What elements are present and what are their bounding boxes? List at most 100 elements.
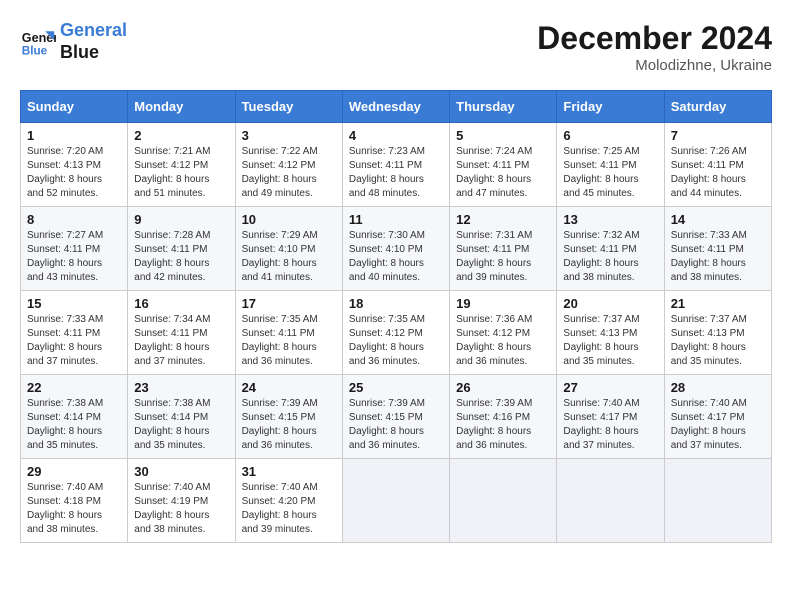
day-info: Sunrise: 7:21 AMSunset: 4:12 PMDaylight:… (134, 145, 228, 201)
logo-text-line1: General (60, 20, 127, 42)
day-cell: 22Sunrise: 7:38 AMSunset: 4:14 PMDayligh… (21, 375, 128, 459)
week-row-4: 22Sunrise: 7:38 AMSunset: 4:14 PMDayligh… (21, 375, 772, 459)
location: Molodizhne, Ukraine (537, 57, 772, 74)
day-info: Sunrise: 7:39 AMSunset: 4:15 PMDaylight:… (242, 397, 336, 453)
day-cell (557, 459, 664, 543)
day-number: 25 (349, 380, 443, 395)
day-cell: 25 Sunrise: 7:39 AMSunset: 4:15 PMDayligh… (342, 375, 449, 459)
day-number: 10 (242, 212, 336, 227)
day-number: 24 (242, 380, 336, 395)
day-number: 15 (27, 296, 121, 311)
day-number: 19 (456, 296, 550, 311)
logo-text-line2: Blue (60, 42, 127, 64)
day-number: 7 (671, 128, 765, 143)
day-number: 20 (563, 296, 657, 311)
month-title: December 2024 (537, 20, 772, 57)
day-number: 26 (456, 380, 550, 395)
day-cell: 23Sunrise: 7:38 AMSunset: 4:14 PMDayligh… (128, 375, 235, 459)
day-cell: 13 Sunrise: 7:32 AMSunset: 4:11 PMDayligh… (557, 207, 664, 291)
day-number: 14 (671, 212, 765, 227)
day-cell: 3 Sunrise: 7:22 AMSunset: 4:12 PMDaylight… (235, 123, 342, 207)
day-cell: 16Sunrise: 7:34 AMSunset: 4:11 PMDayligh… (128, 291, 235, 375)
day-info: Sunrise: 7:40 AMSunset: 4:19 PMDaylight:… (134, 481, 228, 537)
day-number: 5 (456, 128, 550, 143)
weekday-friday: Friday (557, 91, 664, 123)
day-info: Sunrise: 7:30 AMSunset: 4:10 PMDaylight:… (349, 229, 443, 285)
day-info: Sunrise: 7:38 AMSunset: 4:14 PMDaylight:… (27, 397, 121, 453)
week-row-3: 15 Sunrise: 7:33 AMSunset: 4:11 PMDayligh… (21, 291, 772, 375)
day-number: 8 (27, 212, 121, 227)
day-info: Sunrise: 7:27 AMSunset: 4:11 PMDaylight:… (27, 229, 121, 285)
day-info: Sunrise: 7:37 AMSunset: 4:13 PMDaylight:… (563, 313, 657, 369)
day-info: Sunrise: 7:25 AMSunset: 4:11 PMDaylight:… (563, 145, 657, 201)
day-cell: 14Sunrise: 7:33 AMSunset: 4:11 PMDayligh… (664, 207, 771, 291)
day-info: Sunrise: 7:38 AMSunset: 4:14 PMDaylight:… (134, 397, 228, 453)
title-block: December 2024 Molodizhne, Ukraine (537, 20, 772, 74)
day-number: 27 (563, 380, 657, 395)
weekday-tuesday: Tuesday (235, 91, 342, 123)
weekday-monday: Monday (128, 91, 235, 123)
weekday-saturday: Saturday (664, 91, 771, 123)
day-cell: 12Sunrise: 7:31 AMSunset: 4:11 PMDayligh… (450, 207, 557, 291)
day-cell (664, 459, 771, 543)
day-number: 4 (349, 128, 443, 143)
day-number: 13 (563, 212, 657, 227)
day-cell: 31 Sunrise: 7:40 AMSunset: 4:20 PMDayligh… (235, 459, 342, 543)
weekday-sunday: Sunday (21, 91, 128, 123)
day-number: 21 (671, 296, 765, 311)
day-cell: 30 Sunrise: 7:40 AMSunset: 4:19 PMDayligh… (128, 459, 235, 543)
logo: General Blue General Blue (20, 20, 127, 63)
day-info: Sunrise: 7:36 AMSunset: 4:12 PMDaylight:… (456, 313, 550, 369)
page-header: General Blue General Blue December 2024 … (20, 20, 772, 74)
day-number: 29 (27, 464, 121, 479)
day-cell: 29 Sunrise: 7:40 AMSunset: 4:18 PMDayligh… (21, 459, 128, 543)
day-number: 30 (134, 464, 228, 479)
day-info: Sunrise: 7:29 AMSunset: 4:10 PMDaylight:… (242, 229, 336, 285)
day-number: 2 (134, 128, 228, 143)
day-info: Sunrise: 7:24 AMSunset: 4:11 PMDaylight:… (456, 145, 550, 201)
calendar-body: 1Sunrise: 7:20 AMSunset: 4:13 PMDaylight… (21, 123, 772, 543)
svg-text:Blue: Blue (22, 44, 48, 57)
day-cell: 20 Sunrise: 7:37 AMSunset: 4:13 PMDayligh… (557, 291, 664, 375)
weekday-thursday: Thursday (450, 91, 557, 123)
day-cell: 10 Sunrise: 7:29 AMSunset: 4:10 PMDayligh… (235, 207, 342, 291)
day-number: 28 (671, 380, 765, 395)
day-cell: 19 Sunrise: 7:36 AMSunset: 4:12 PMDayligh… (450, 291, 557, 375)
day-cell (450, 459, 557, 543)
day-cell: 1Sunrise: 7:20 AMSunset: 4:13 PMDaylight… (21, 123, 128, 207)
day-cell: 7 Sunrise: 7:26 AMSunset: 4:11 PMDaylight… (664, 123, 771, 207)
day-info: Sunrise: 7:33 AMSunset: 4:11 PMDaylight:… (27, 313, 121, 369)
day-number: 17 (242, 296, 336, 311)
day-cell: 24 Sunrise: 7:39 AMSunset: 4:15 PMDayligh… (235, 375, 342, 459)
weekday-row: SundayMondayTuesdayWednesdayThursdayFrid… (21, 91, 772, 123)
weekday-wednesday: Wednesday (342, 91, 449, 123)
day-info: Sunrise: 7:23 AMSunset: 4:11 PMDaylight:… (349, 145, 443, 201)
day-number: 9 (134, 212, 228, 227)
day-cell: 4 Sunrise: 7:23 AMSunset: 4:11 PMDaylight… (342, 123, 449, 207)
day-info: Sunrise: 7:40 AMSunset: 4:20 PMDaylight:… (242, 481, 336, 537)
day-info: Sunrise: 7:26 AMSunset: 4:11 PMDaylight:… (671, 145, 765, 201)
day-number: 18 (349, 296, 443, 311)
day-cell (342, 459, 449, 543)
day-cell: 15 Sunrise: 7:33 AMSunset: 4:11 PMDayligh… (21, 291, 128, 375)
day-info: Sunrise: 7:22 AMSunset: 4:12 PMDaylight:… (242, 145, 336, 201)
day-info: Sunrise: 7:34 AMSunset: 4:11 PMDaylight:… (134, 313, 228, 369)
calendar-table: SundayMondayTuesdayWednesdayThursdayFrid… (20, 90, 772, 543)
day-cell: 6 Sunrise: 7:25 AMSunset: 4:11 PMDaylight… (557, 123, 664, 207)
day-number: 6 (563, 128, 657, 143)
logo-icon: General Blue (20, 24, 56, 60)
day-info: Sunrise: 7:32 AMSunset: 4:11 PMDaylight:… (563, 229, 657, 285)
week-row-5: 29 Sunrise: 7:40 AMSunset: 4:18 PMDayligh… (21, 459, 772, 543)
day-cell: 5 Sunrise: 7:24 AMSunset: 4:11 PMDaylight… (450, 123, 557, 207)
day-number: 31 (242, 464, 336, 479)
day-info: Sunrise: 7:35 AMSunset: 4:12 PMDaylight:… (349, 313, 443, 369)
day-info: Sunrise: 7:40 AMSunset: 4:18 PMDaylight:… (27, 481, 121, 537)
day-number: 3 (242, 128, 336, 143)
day-number: 12 (456, 212, 550, 227)
day-info: Sunrise: 7:39 AMSunset: 4:15 PMDaylight:… (349, 397, 443, 453)
day-info: Sunrise: 7:40 AMSunset: 4:17 PMDaylight:… (563, 397, 657, 453)
day-cell: 27 Sunrise: 7:40 AMSunset: 4:17 PMDayligh… (557, 375, 664, 459)
day-cell: 11Sunrise: 7:30 AMSunset: 4:10 PMDayligh… (342, 207, 449, 291)
day-cell: 18 Sunrise: 7:35 AMSunset: 4:12 PMDayligh… (342, 291, 449, 375)
day-info: Sunrise: 7:28 AMSunset: 4:11 PMDaylight:… (134, 229, 228, 285)
